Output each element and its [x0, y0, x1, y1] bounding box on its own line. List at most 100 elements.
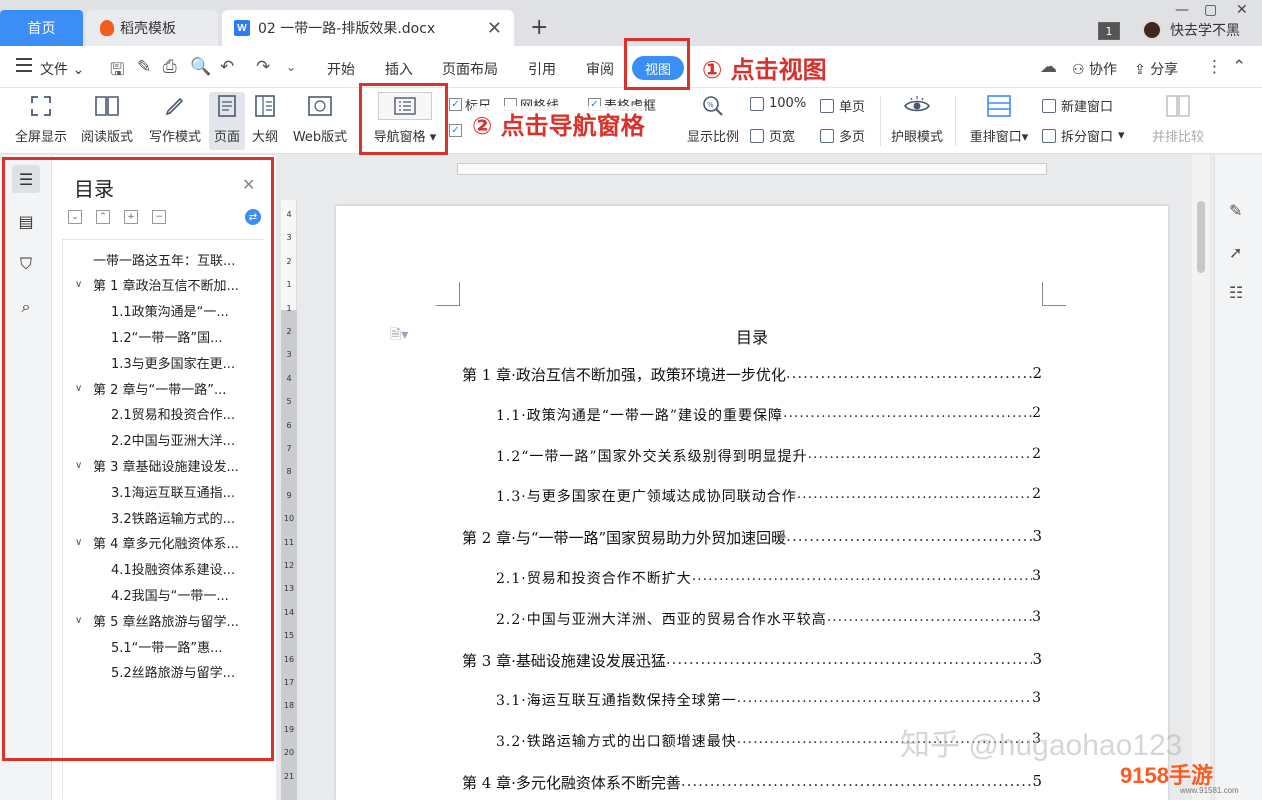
menu-start[interactable]: 开始: [327, 59, 355, 79]
toc-entry-text: 3.2·铁路运输方式的出口额增速最快: [496, 734, 737, 751]
toc-entry-chapter[interactable]: 第 3 章·基础设施建设发展迅猛........................…: [462, 650, 1042, 671]
vertical-scrollbar[interactable]: [1192, 155, 1210, 800]
close-tab-icon[interactable]: ✕: [487, 18, 502, 39]
hamburger-icon[interactable]: [16, 58, 32, 72]
svg-text:%: %: [707, 101, 714, 109]
rearrange-window-button[interactable]: 重排窗口▾: [963, 92, 1035, 145]
new-tab-button[interactable]: +: [530, 15, 548, 40]
toc-entry-section[interactable]: 1.2“一带一路”国家外交关系级别得到明显提升.................…: [496, 446, 1042, 466]
ruler-number: 15: [283, 631, 295, 641]
ruler-number: 1: [286, 303, 292, 313]
single-page-icon: [820, 98, 834, 113]
save-icon[interactable]: 🖫: [110, 57, 124, 86]
toc-entry-section[interactable]: 1.3·与更多国家在更广领域达成协同联动合作..................…: [496, 486, 1042, 506]
settings-sliders-icon[interactable]: ☷: [1229, 283, 1243, 302]
quick-access-more-icon[interactable]: ⌄: [286, 60, 296, 74]
ruler-number: 3: [286, 233, 292, 243]
ruler-number: 1: [286, 280, 292, 290]
page-view-button[interactable]: 页面: [209, 92, 245, 150]
multi-page-button[interactable]: 多页: [820, 126, 865, 145]
undo-icon[interactable]: ↶: [220, 57, 234, 77]
vertical-ruler[interactable]: 4 3 2 1 1 2 3 4 5 6 7 8 9 10 11 12 13 14 15 16 17 18 19 20 21: [281, 200, 297, 800]
toc-entry-text: 3.1·海运互联互通指数保持全球第一: [496, 693, 737, 710]
menu-page-layout[interactable]: 页面布局: [442, 59, 498, 79]
ruler-number: 17: [283, 678, 295, 687]
margin-corner: [1042, 282, 1066, 306]
window-count-badge[interactable]: 1: [1098, 22, 1120, 40]
tab-document[interactable]: W 02 一带一路-排版效果.docx ✕: [222, 10, 514, 46]
toc-entry-section[interactable]: 3.1·海运互联互通指数保持全球第一......................…: [496, 690, 1042, 710]
share-button[interactable]: ⇪ 分享: [1134, 59, 1178, 79]
ruler-number: 4: [286, 373, 292, 383]
ruler-number: 12: [283, 561, 295, 570]
pen-icon: [161, 92, 189, 120]
toc-entry-section[interactable]: 2.1·贸易和投资合作不断扩大.........................…: [496, 568, 1042, 588]
outline-view-button[interactable]: 大纲: [249, 92, 281, 145]
toc-page-number: 3: [1032, 527, 1042, 546]
toc-entry-text: 1.3·与更多国家在更广领域达成协同联动合作: [496, 489, 797, 506]
document-title: 目录: [735, 328, 768, 347]
nav-pane-highlight-box: [359, 83, 448, 155]
toc-entry-text: 2.2·中国与亚洲大洋洲、西亚的贸易合作水平较高: [496, 611, 827, 628]
ruler-strip: [457, 163, 1047, 175]
split-window-button[interactable]: 拆分窗口 ▾: [1042, 126, 1125, 145]
right-rail: ✎ ➚ ☷: [1214, 155, 1262, 800]
toc-entry-section[interactable]: 1.1·政策沟通是“一带一路”建设的重要保障..................…: [496, 405, 1042, 425]
ruler-number: 18: [283, 701, 295, 711]
minimize-icon[interactable]: —: [1175, 2, 1189, 18]
toc-leader-dots: ........................................…: [665, 649, 1033, 668]
menu-file[interactable]: 文件 ⌄: [40, 59, 84, 79]
reading-mode-button[interactable]: 阅读版式: [78, 92, 136, 145]
web-view-button[interactable]: Web版式: [289, 92, 351, 145]
print-preview-icon[interactable]: 🔍: [190, 57, 211, 77]
tab-template-label: 稻壳模板: [120, 21, 176, 37]
toc-page-number: 2: [1032, 364, 1042, 382]
toc-leader-dots: ........................................…: [691, 568, 1032, 584]
tab-home[interactable]: 首页: [0, 10, 83, 46]
redo-icon[interactable]: ↷: [256, 57, 270, 77]
toc-entry-section[interactable]: 2.2·中国与亚洲大洋洲、西亚的贸易合作水平较高................…: [496, 609, 1042, 629]
single-page-button[interactable]: 单页: [820, 96, 865, 115]
toc-entry-chapter[interactable]: 第 4 章·多元化融资体系不断完善.......................…: [462, 772, 1042, 793]
toc-page-number: 3: [1032, 690, 1042, 707]
writing-mode-button[interactable]: 写作模式: [146, 92, 204, 145]
daoke-logo-icon: [100, 20, 114, 36]
zoom-100-button[interactable]: 100%: [750, 96, 806, 111]
menu-insert[interactable]: 插入: [385, 59, 413, 79]
toc-entry-chapter[interactable]: 第 1 章·政治互信不断加强，政策环境进一步优化................…: [462, 364, 1042, 385]
format-painter-icon[interactable]: ✎: [137, 57, 151, 77]
markup-checkbox[interactable]: ✓: [449, 124, 462, 137]
web-icon: [306, 92, 334, 120]
menu-references[interactable]: 引用: [528, 59, 556, 79]
ruler-number: 3: [286, 350, 292, 360]
rearrange-window-icon: [985, 92, 1013, 120]
ruler-number: 16: [283, 654, 295, 664]
maximize-icon[interactable]: ▢: [1204, 2, 1217, 18]
new-window-button[interactable]: 新建窗口: [1042, 96, 1113, 115]
collab-button[interactable]: ⚇ 协作: [1072, 59, 1117, 79]
page-width-button[interactable]: 页宽: [750, 126, 795, 145]
margin-corner: [436, 282, 460, 306]
scrollbar-thumb[interactable]: [1197, 201, 1205, 273]
more-icon[interactable]: ⋮: [1206, 57, 1223, 77]
close-window-icon[interactable]: ✕: [1236, 2, 1248, 18]
cloud-sync-icon[interactable]: ☁: [1040, 57, 1057, 77]
print-icon[interactable]: ⎙: [163, 57, 177, 77]
view-highlight-box: [624, 38, 690, 90]
edit-pen-icon[interactable]: ✎: [1229, 201, 1242, 220]
side-by-side-icon: [1164, 92, 1192, 120]
toc-entry-chapter[interactable]: 第 2 章·与“一带一路”国家贸易助力外贸加速回暖...............…: [462, 527, 1042, 548]
fullscreen-button[interactable]: 全屏显示: [12, 92, 70, 145]
user-name: 快去学不黑: [1170, 23, 1240, 39]
horizontal-ruler[interactable]: [297, 155, 1192, 180]
document-page[interactable]: 🗎▾ 目录 第 1 章·政治互信不断加强，政策环境进一步优化..........…: [336, 206, 1168, 800]
zoom-button[interactable]: % 显示比例: [684, 92, 742, 145]
side-by-side-button[interactable]: 并排比较: [1148, 92, 1208, 145]
cursor-icon[interactable]: ➚: [1229, 243, 1242, 262]
user-account[interactable]: 快去学不黑: [1142, 20, 1240, 40]
tab-template[interactable]: 稻壳模板: [86, 10, 218, 46]
ruler-number: 13: [283, 584, 295, 594]
eye-mode-button[interactable]: 护眼模式: [888, 92, 946, 145]
menu-review[interactable]: 审阅: [586, 59, 614, 79]
collapse-ribbon-icon[interactable]: ⌃: [1232, 57, 1246, 77]
